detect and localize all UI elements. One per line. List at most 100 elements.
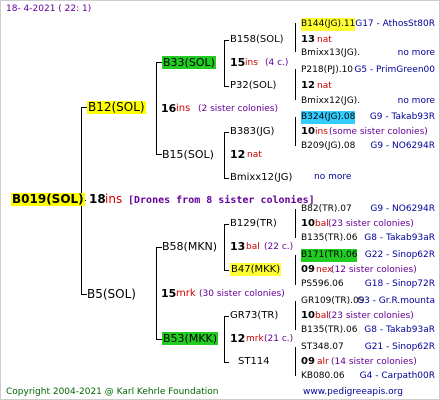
g3-queen[interactable]: B383(JG) <box>230 125 274 138</box>
father-note: (2 sister colonies) <box>198 104 279 114</box>
g4-line: G3 - Gr.R.mounta <box>357 296 435 306</box>
g4-line: G9 - NO6294R <box>370 204 435 214</box>
g4-line: G8 - Takab93aR <box>364 325 435 335</box>
mf-ins: bal <box>246 242 260 252</box>
g4-line: G9 - NO6294R <box>370 141 435 151</box>
g4-queen[interactable]: P218(PJ).10 <box>301 64 353 77</box>
connector <box>295 301 296 330</box>
connector <box>224 270 229 271</box>
g4-queen[interactable]: KB080.06 <box>301 370 345 383</box>
g3-year: 10 <box>301 126 315 137</box>
g3-ins: bal <box>315 311 329 321</box>
connector <box>295 255 296 285</box>
g3-queen[interactable]: B158(SOL) <box>230 33 284 46</box>
g3-note: (23 sister colonies) <box>328 311 414 321</box>
g4-queen[interactable]: GR109(TR).09 <box>301 295 365 308</box>
g3-year: 09 <box>301 356 315 367</box>
root-year: 18 <box>89 192 106 206</box>
g4-queen[interactable]: B209(JG).08 <box>301 140 355 153</box>
connector <box>224 224 225 270</box>
mm-year: 12 <box>230 332 246 345</box>
g3-queen[interactable]: ST114 <box>238 355 270 368</box>
mm-note: (21 c.) <box>264 334 294 344</box>
g3-queen[interactable]: Bmixx12(JG) <box>230 171 292 184</box>
connector <box>224 224 229 225</box>
ff-queen[interactable]: B33(SOL) <box>162 56 216 69</box>
g4-queen[interactable]: ST348.07 <box>301 341 344 354</box>
connector <box>224 40 229 41</box>
connector <box>156 62 157 155</box>
mother-ins: mrk <box>176 288 196 299</box>
g4-line: G4 - Carpath00R <box>359 371 435 381</box>
fm-ins: nat <box>247 150 262 160</box>
g4-line: G17 - AthosSt80R <box>355 19 435 29</box>
root-ins: ins <box>105 192 123 206</box>
connector <box>224 132 229 133</box>
g3-queen[interactable]: GR73(TR) <box>230 309 278 322</box>
mother-queen[interactable]: B5(SOL) <box>87 288 136 301</box>
g3-note: (12 sister colonies) <box>331 265 417 275</box>
g4-queen[interactable]: B171(TR).06 <box>301 249 358 262</box>
g3-ins: alr <box>317 357 329 367</box>
g4-line: G22 - Sinop62R <box>364 250 435 260</box>
connector <box>224 362 229 363</box>
mm-ins: mrk <box>246 334 264 344</box>
ff-ins: ins <box>245 58 258 68</box>
mf-note: (22 c.) <box>264 242 294 252</box>
g4-line: G5 - PrimGreen00 <box>354 65 435 75</box>
footer-website[interactable]: www.pedigreeapis.org <box>303 386 403 399</box>
root-queen[interactable]: B019(SOL) <box>11 193 85 206</box>
g4-queen[interactable]: B82(TR).07 <box>301 203 352 216</box>
connector <box>224 86 229 87</box>
father-year: 16 <box>161 102 177 115</box>
g3-ins: nat <box>317 35 332 45</box>
footer-copyright: Copyright 2004-2021 @ Karl Kehrle Founda… <box>6 387 219 397</box>
g4-queen[interactable]: B144(JG).11 <box>301 18 356 31</box>
connector <box>224 316 225 362</box>
g4-line: G18 - Sinop72R <box>364 279 435 289</box>
ff-year: 15 <box>230 56 246 69</box>
mf-queen[interactable]: B58(MKN) <box>162 240 217 253</box>
g4-queen[interactable]: PS596.06 <box>301 278 344 291</box>
g4-queen[interactable]: B135(TR).06 <box>301 232 357 245</box>
connector <box>224 40 225 86</box>
pedigree-chart: 18- 4-2021 ( 22: 1) Copyright 2004-2021 … <box>0 0 440 400</box>
fm-year: 12 <box>230 148 246 161</box>
g4-queen[interactable]: Bmixx13(JG). <box>301 47 360 60</box>
fm-queen[interactable]: B15(SOL) <box>162 148 214 161</box>
g4-queen[interactable]: B324(JG).08 <box>301 111 356 124</box>
connector <box>224 132 225 178</box>
connector <box>295 347 296 376</box>
connector <box>295 209 296 238</box>
g3-queen[interactable]: B47(MKK) <box>230 263 282 276</box>
g4-queen[interactable]: B135(TR).06 <box>301 324 357 337</box>
g4-line: G8 - Takab93aR <box>364 233 435 243</box>
father-queen[interactable]: B12(SOL) <box>87 101 146 114</box>
g3-year: 12 <box>301 80 315 91</box>
mm-queen[interactable]: B53(MKK) <box>162 332 219 345</box>
g3-ins: nex <box>316 265 333 275</box>
g4-line: G21 - Sinop62R <box>364 342 435 352</box>
g3-year: 10 <box>301 310 315 321</box>
connector <box>295 117 296 146</box>
g4-line: no more <box>397 96 435 106</box>
g3-note: (23 sister colonies) <box>328 219 414 229</box>
connector <box>295 69 296 100</box>
g3-year: 10 <box>301 218 315 229</box>
g3-queen[interactable]: P32(SOL) <box>230 79 276 92</box>
root-note: [Drones from 8 sister colonies] <box>128 195 315 206</box>
g3-year: 13 <box>301 34 315 45</box>
g4-queen[interactable]: Bmixx12(JG). <box>301 95 360 108</box>
g3-note: (14 sister colonies) <box>331 357 417 367</box>
mother-note: (30 sister colonies) <box>199 289 285 299</box>
g3-note: (some sister colonies) <box>329 127 428 137</box>
g4-line: no more <box>397 48 435 58</box>
g3-ins: ins <box>315 127 328 137</box>
header-date: 18- 4-2021 ( 22: 1) <box>6 4 92 14</box>
mf-year: 13 <box>230 240 246 253</box>
connector <box>295 23 296 52</box>
connector <box>224 178 229 179</box>
g3-ins: bal <box>315 219 329 229</box>
ff-note: (4 c.) <box>265 58 289 68</box>
g3-queen[interactable]: B129(TR) <box>230 217 277 230</box>
